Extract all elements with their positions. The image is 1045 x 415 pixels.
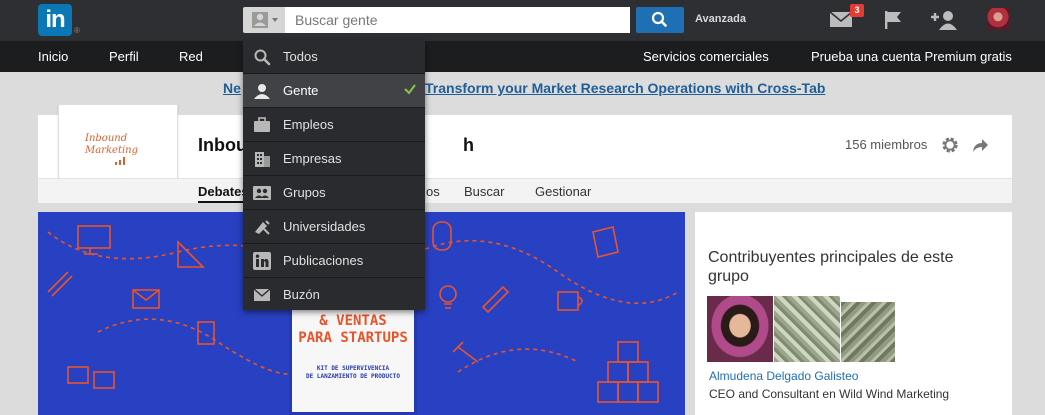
dropdown-item-label: Universidades: [283, 219, 366, 234]
advanced-search-link[interactable]: Avanzada: [695, 13, 746, 25]
tab-gestionar[interactable]: Gestionar: [535, 184, 591, 199]
dropdown-item-label: Grupos: [283, 185, 326, 200]
search-type-selector[interactable]: [243, 7, 285, 33]
messages-badge: 3: [850, 4, 864, 17]
contributor-avatar[interactable]: [774, 296, 840, 362]
dropdown-item-todos[interactable]: Todos: [243, 40, 425, 74]
university-icon: [255, 220, 270, 235]
person-icon: [252, 12, 278, 28]
dropdown-item-empleos[interactable]: Empleos: [243, 108, 425, 142]
search-icon: [651, 11, 667, 27]
profile-avatar[interactable]: [987, 8, 1009, 30]
top-contributors-title: Contribuyentes principales de este grupo: [708, 249, 954, 285]
group-header: Inbound Marketing Inbou h 156 miembros D…: [38, 104, 1012, 203]
dropdown-item-label: Buzón: [283, 287, 320, 302]
tab-debates[interactable]: Debates: [198, 184, 249, 203]
nav-perfil[interactable]: Perfil: [109, 49, 139, 64]
group-logo[interactable]: Inbound Marketing: [58, 104, 178, 184]
nav-premium-trial[interactable]: Prueba una cuenta Premium gratis: [811, 49, 1012, 64]
tab-buscar[interactable]: Buscar: [464, 184, 504, 199]
group-member-count[interactable]: 156 miembros: [845, 137, 927, 152]
search-button[interactable]: [636, 7, 684, 33]
nav-inicio[interactable]: Inicio: [38, 49, 68, 64]
contributor-avatar[interactable]: [707, 296, 773, 362]
contributor-role: CEO and Consultant en Wild Wind Marketin…: [709, 387, 950, 401]
flag-icon[interactable]: [882, 9, 904, 31]
dropdown-item-label: Empleos: [283, 117, 334, 132]
dropdown-item-label: Gente: [283, 83, 319, 98]
gear-icon[interactable]: [940, 135, 960, 155]
tab-partial[interactable]: os: [426, 184, 440, 199]
top-bar: in ® Avanzada 3: [0, 0, 1045, 41]
book-subtitle: KIT DE SUPERVIVENCIA DE LANZAMIENTO DE P…: [306, 365, 400, 380]
share-icon[interactable]: [970, 135, 990, 155]
dropdown-item-gente[interactable]: Gente: [243, 74, 425, 108]
briefcase-icon: [254, 117, 270, 132]
main-nav: Inicio Perfil Red Servicios comerciales …: [0, 41, 1045, 72]
add-person-icon[interactable]: [930, 9, 958, 31]
linkedin-icon: [253, 252, 271, 270]
group-logo-text: Inbound Marketing: [85, 133, 139, 156]
book-cover: & VENTAS PARA STARTUPS KIT DE SUPERVIVEN…: [289, 296, 417, 415]
top-contributors-panel: Contribuyentes principales de este grupo…: [695, 212, 1012, 415]
dropdown-item-grupos[interactable]: Grupos: [243, 176, 425, 210]
linkedin-logo[interactable]: in: [38, 4, 72, 36]
dropdown-item-publicaciones[interactable]: Publicaciones: [243, 244, 425, 278]
group-name-suffix: h: [463, 135, 474, 155]
announcement-link[interactable]: Transform your Market Research Operation…: [425, 80, 825, 96]
contributor-name-link[interactable]: Almudena Delgado Galisteo: [709, 369, 858, 383]
person-icon: [254, 84, 270, 99]
group-name-prefix: Inbou: [198, 135, 247, 155]
dropdown-item-label: Publicaciones: [283, 253, 364, 268]
group-tabs: Debates os Buscar Gestionar: [38, 178, 1012, 203]
dropdown-item-label: Todos: [283, 49, 318, 64]
chart-logo-icon: [115, 157, 125, 165]
mail-icon: [253, 288, 271, 301]
group-icon: [253, 186, 271, 200]
nav-servicios-comerciales[interactable]: Servicios comerciales: [643, 49, 769, 64]
announcement-link-left[interactable]: Ne: [223, 80, 241, 96]
contributor-avatar[interactable]: [841, 302, 895, 362]
dropdown-item-empresas[interactable]: Empresas: [243, 142, 425, 176]
search-type-dropdown: Todos Gente Empleos Empresas Grupos Univ…: [243, 40, 425, 310]
book-title: & VENTAS PARA STARTUPS: [298, 313, 408, 346]
registered-mark: ®: [74, 26, 80, 35]
dropdown-item-universidades[interactable]: Universidades: [243, 210, 425, 244]
dropdown-item-buzon[interactable]: Buzón: [243, 278, 425, 312]
dropdown-item-label: Empresas: [283, 151, 342, 166]
building-icon: [255, 152, 270, 167]
checkmark-icon: [404, 84, 416, 95]
nav-red[interactable]: Red: [179, 49, 203, 64]
search-icon: [254, 49, 271, 66]
search-input[interactable]: [285, 7, 630, 33]
